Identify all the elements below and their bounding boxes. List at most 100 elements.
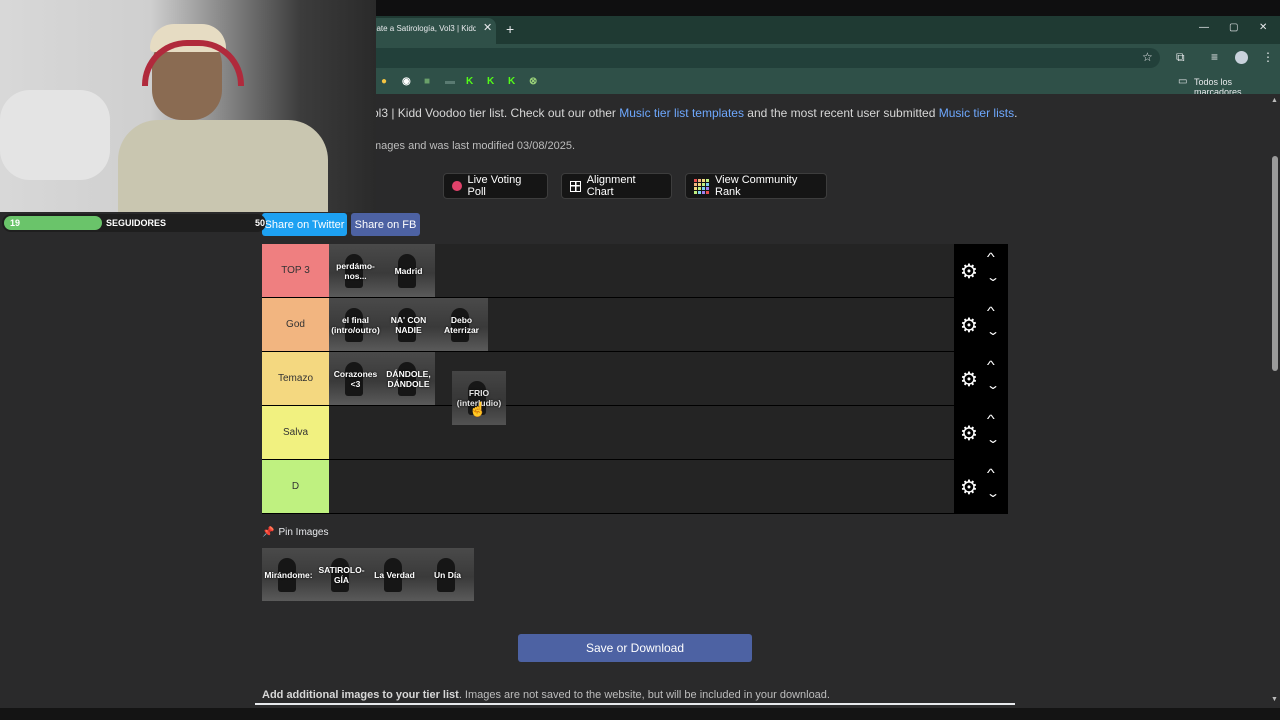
bookmark-icon-square[interactable]: ■: [424, 76, 430, 87]
close-window-button[interactable]: ✕: [1259, 22, 1267, 33]
song-title: Madrid: [394, 265, 423, 276]
follower-current: 19: [10, 218, 21, 228]
tab-close-icon[interactable]: ✕: [483, 21, 492, 34]
song-tile[interactable]: SATIROLO-GÍA: [315, 548, 368, 601]
song-tile[interactable]: La Verdad: [368, 548, 421, 601]
song-tile[interactable]: Madrid: [382, 244, 435, 297]
bookmark-icon-dash[interactable]: ▬: [445, 76, 455, 87]
song-tile[interactable]: Mirándome:: [262, 548, 315, 601]
song-tile[interactable]: perdámo-nos...: [329, 244, 382, 297]
chevron-up-icon[interactable]: ^: [987, 466, 995, 480]
gear-icon[interactable]: ⚙: [960, 313, 978, 338]
community-rank-button[interactable]: View Community Rank: [685, 173, 827, 199]
song-title: Debo Aterrizar: [444, 314, 479, 335]
share-fb-button[interactable]: Share on FB: [351, 213, 420, 236]
song-title: el final (intro/outro): [331, 314, 380, 335]
chevron-down-icon[interactable]: ⌄: [986, 324, 1000, 338]
live-voting-label: Live Voting Poll: [467, 174, 522, 198]
maximize-button[interactable]: ▢: [1229, 22, 1238, 33]
song-title: Corazones <3: [333, 368, 378, 389]
song-tile[interactable]: DÁNDOLE, DÁNDOLE: [382, 352, 435, 405]
unranked-pool[interactable]: Mirándome: SATIROLO-GÍA La Verdad Un Día: [262, 548, 475, 601]
kick-icon[interactable]: K: [466, 76, 473, 87]
music-lists-link[interactable]: Music tier lists: [939, 106, 1014, 120]
gear-icon[interactable]: ⚙: [960, 259, 978, 284]
chevron-down-icon[interactable]: ⌄: [986, 486, 1000, 500]
scroll-down-icon[interactable]: ▼: [1271, 696, 1278, 703]
add-note-bold: Add additional images to your tier list: [262, 689, 459, 701]
share-twitter-button[interactable]: Share on Twitter: [262, 213, 347, 236]
song-title: Mirándome:: [264, 569, 313, 580]
song-tile[interactable]: Debo Aterrizar: [435, 298, 488, 351]
tier-label[interactable]: TOP 3: [262, 244, 329, 297]
chevron-down-icon[interactable]: ⌄: [986, 432, 1000, 446]
tier-dropzone[interactable]: [329, 406, 954, 459]
tier-label[interactable]: Salva: [262, 406, 329, 459]
song-title: perdámo-nos...: [336, 260, 375, 281]
song-title: Un Día: [434, 569, 461, 580]
xbox-icon[interactable]: ⊗: [529, 76, 537, 87]
song-tile[interactable]: Un Día: [421, 548, 474, 601]
gear-icon[interactable]: ⚙: [960, 475, 978, 500]
tier-dropzone[interactable]: Corazones <3 DÁNDOLE, DÁNDOLE: [329, 352, 954, 405]
chevron-up-icon[interactable]: ^: [987, 412, 995, 426]
pillow-shape: [0, 90, 110, 180]
tier-controls: ⚙ ^ ⌄: [954, 460, 1008, 513]
chevron-down-icon[interactable]: ⌄: [986, 378, 1000, 392]
chevron-up-icon[interactable]: ^: [987, 250, 995, 264]
music-templates-link[interactable]: Music tier list templates: [619, 106, 744, 120]
alignment-chart-button[interactable]: Alignment Chart: [561, 173, 672, 199]
chevron-down-icon[interactable]: ⌄: [986, 270, 1000, 284]
tier-dropzone[interactable]: [329, 460, 954, 513]
bookmark-icon-pin[interactable]: ●: [381, 76, 387, 87]
tab-title: eate a Satirología, Vol3 | Kidd: [372, 24, 476, 33]
minimize-button[interactable]: —: [1199, 22, 1209, 33]
streamer-body: [118, 120, 328, 212]
kick-icon[interactable]: K: [508, 76, 515, 87]
add-images-note: Add additional images to your tier list.…: [262, 689, 830, 701]
hand-cursor-icon: ☝: [469, 401, 487, 417]
pin-images-toggle[interactable]: 📌 Pin Images: [262, 527, 328, 538]
song-title: SATIROLO-GÍA: [318, 564, 365, 585]
tier-row: Salva ⚙ ^ ⌄: [262, 406, 1008, 460]
intro-suffix: .: [1014, 106, 1018, 120]
profile-icon[interactable]: [1235, 51, 1248, 64]
live-voting-button[interactable]: Live Voting Poll: [443, 173, 548, 199]
scroll-up-icon[interactable]: ▲: [1271, 97, 1278, 104]
address-bar[interactable]: [360, 48, 1160, 68]
pin-icon: 📌: [262, 527, 275, 538]
folder-icon: ▭: [1178, 76, 1188, 87]
song-title: DÁNDOLE, DÁNDOLE: [386, 368, 431, 389]
tier-label[interactable]: God: [262, 298, 329, 351]
divider: [255, 703, 1015, 705]
tier-dropzone[interactable]: el final (intro/outro) NA' CON NADIE Deb…: [329, 298, 954, 351]
bookmark-icon-circle[interactable]: ◉: [402, 76, 411, 87]
follower-label: SEGUIDORES: [106, 218, 167, 228]
chevron-up-icon[interactable]: ^: [987, 358, 995, 372]
tier-dropzone[interactable]: perdámo-nos... Madrid: [329, 244, 954, 297]
color-grid-icon: [694, 178, 709, 194]
scrollbar-thumb[interactable]: [1272, 156, 1278, 371]
tier-row: Temazo Corazones <3 DÁNDOLE, DÁNDOLE ⚙ ^…: [262, 352, 1008, 406]
song-tile[interactable]: NA' CON NADIE: [382, 298, 435, 351]
tier-label[interactable]: D: [262, 460, 329, 513]
star-icon[interactable]: ☆: [1142, 50, 1153, 64]
kick-icon[interactable]: K: [487, 76, 494, 87]
gear-icon[interactable]: ⚙: [960, 367, 978, 392]
song-tile[interactable]: Corazones <3: [329, 352, 382, 405]
tier-row: D ⚙ ^ ⌄: [262, 460, 1008, 514]
chevron-up-icon[interactable]: ^: [987, 304, 995, 318]
tier-row: TOP 3 perdámo-nos... Madrid ⚙ ^ ⌄: [262, 244, 1008, 298]
song-tile[interactable]: el final (intro/outro): [329, 298, 382, 351]
webcam-overlay: [0, 0, 376, 212]
tier-label[interactable]: Temazo: [262, 352, 329, 405]
new-tab-button[interactable]: +: [506, 21, 514, 37]
media-icon[interactable]: ≡: [1211, 50, 1218, 64]
gear-icon[interactable]: ⚙: [960, 421, 978, 446]
community-label: View Community Rank: [715, 174, 798, 198]
record-dot-icon: [452, 181, 462, 191]
menu-icon[interactable]: ⋮: [1262, 50, 1274, 64]
save-download-button[interactable]: Save or Download: [518, 634, 752, 662]
extensions-icon[interactable]: ⧉: [1176, 50, 1185, 65]
tier-controls: ⚙ ^ ⌄: [954, 244, 1008, 297]
